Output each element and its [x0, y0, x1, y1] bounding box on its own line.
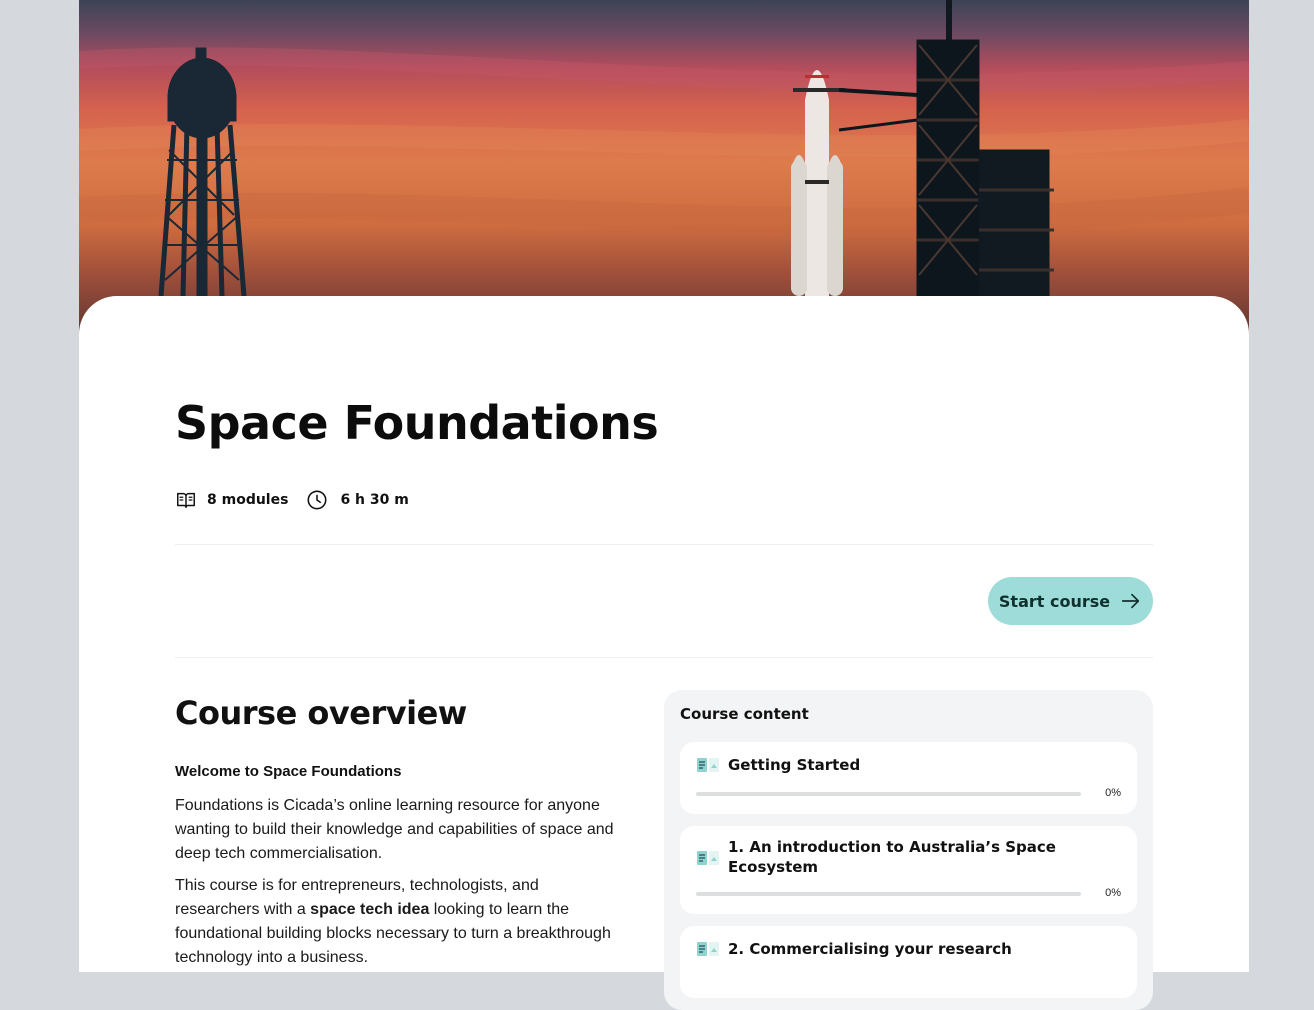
lesson-icon [697, 942, 719, 956]
hero-image [79, 0, 1249, 340]
module-title: 2. Commercialising your research [728, 940, 1012, 958]
start-course-label: Start course [998, 591, 1111, 611]
module-progress-bar [696, 892, 1081, 896]
overview-heading: Course overview [175, 694, 467, 732]
divider-top [175, 544, 1153, 545]
module-card[interactable]: 2. Commercialising your research [680, 926, 1137, 998]
module-progress-bar [696, 792, 1081, 796]
module-progress-label: 0% [1105, 787, 1121, 799]
overview-paragraph-1: Foundations is Cicada’s online learning … [175, 797, 614, 862]
lesson-icon [697, 758, 719, 772]
module-card[interactable]: Getting Started 0% [680, 742, 1137, 814]
rocket-launch-scene [79, 0, 1249, 297]
course-content-panel: Course content Getting Started 0% 1. An … [664, 690, 1153, 1010]
start-course-button[interactable]: Start course [988, 577, 1153, 625]
course-duration: 6 h 30 m [340, 492, 409, 508]
divider-bottom [175, 657, 1153, 658]
overview-subheading: Welcome to Space Foundations [175, 763, 402, 780]
course-title: Space Foundations [175, 396, 659, 450]
course-meta: 8 modules 6 h 30 m [175, 488, 409, 512]
rocket [791, 70, 845, 296]
module-card[interactable]: 1. An introduction to Australia’s Space … [680, 826, 1137, 914]
modules-count: 8 modules [207, 492, 289, 508]
module-title: Getting Started [728, 756, 861, 774]
arrow-right-icon [1122, 593, 1140, 609]
module-title: 1. An introduction to Australia’s Space … [728, 838, 1056, 876]
module-progress-label: 0% [1105, 887, 1121, 899]
clock-icon [307, 490, 327, 510]
overview-p2-highlight: space tech idea [310, 901, 430, 918]
overview-paragraph-2: This course is for entrepreneurs, techno… [175, 874, 615, 970]
course-content-title: Course content [680, 705, 809, 723]
water-tower [158, 47, 247, 297]
lesson-icon [697, 851, 719, 865]
book-icon [177, 492, 195, 509]
